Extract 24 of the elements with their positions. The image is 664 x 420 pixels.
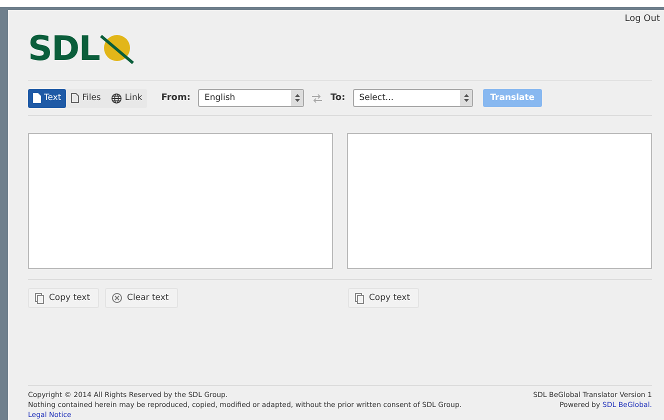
source-language-select[interactable]: English: [198, 89, 304, 107]
document-icon: [33, 93, 41, 103]
spinner-arrows-icon: [464, 94, 469, 102]
log-out-link[interactable]: Log Out: [624, 10, 664, 80]
globe-logo-icon: [99, 32, 136, 66]
mode-tab[interactable]: Link: [106, 88, 148, 108]
to-label: To:: [330, 93, 346, 103]
target-text-area[interactable]: [347, 133, 652, 269]
logo-text: SDL: [28, 32, 100, 66]
clear-text-button[interactable]: Clear text: [105, 288, 178, 308]
mode-tab[interactable]: Files: [66, 88, 106, 108]
clear-icon: [112, 293, 122, 303]
target-language-select[interactable]: Select...: [353, 89, 474, 107]
source-text-area[interactable]: [28, 133, 333, 269]
copy-text-button[interactable]: Copy text: [28, 288, 100, 308]
file-icon: [71, 93, 80, 103]
from-label: From:: [161, 93, 190, 103]
mode-tab[interactable]: Text: [28, 88, 66, 108]
copy-icon: [355, 292, 364, 304]
copy-icon: [35, 292, 44, 304]
globe-icon: [110, 92, 122, 104]
spinner-arrows-icon: [294, 94, 300, 102]
swap-icon[interactable]: [312, 94, 322, 102]
copy-text-button[interactable]: Copy text: [348, 288, 420, 308]
